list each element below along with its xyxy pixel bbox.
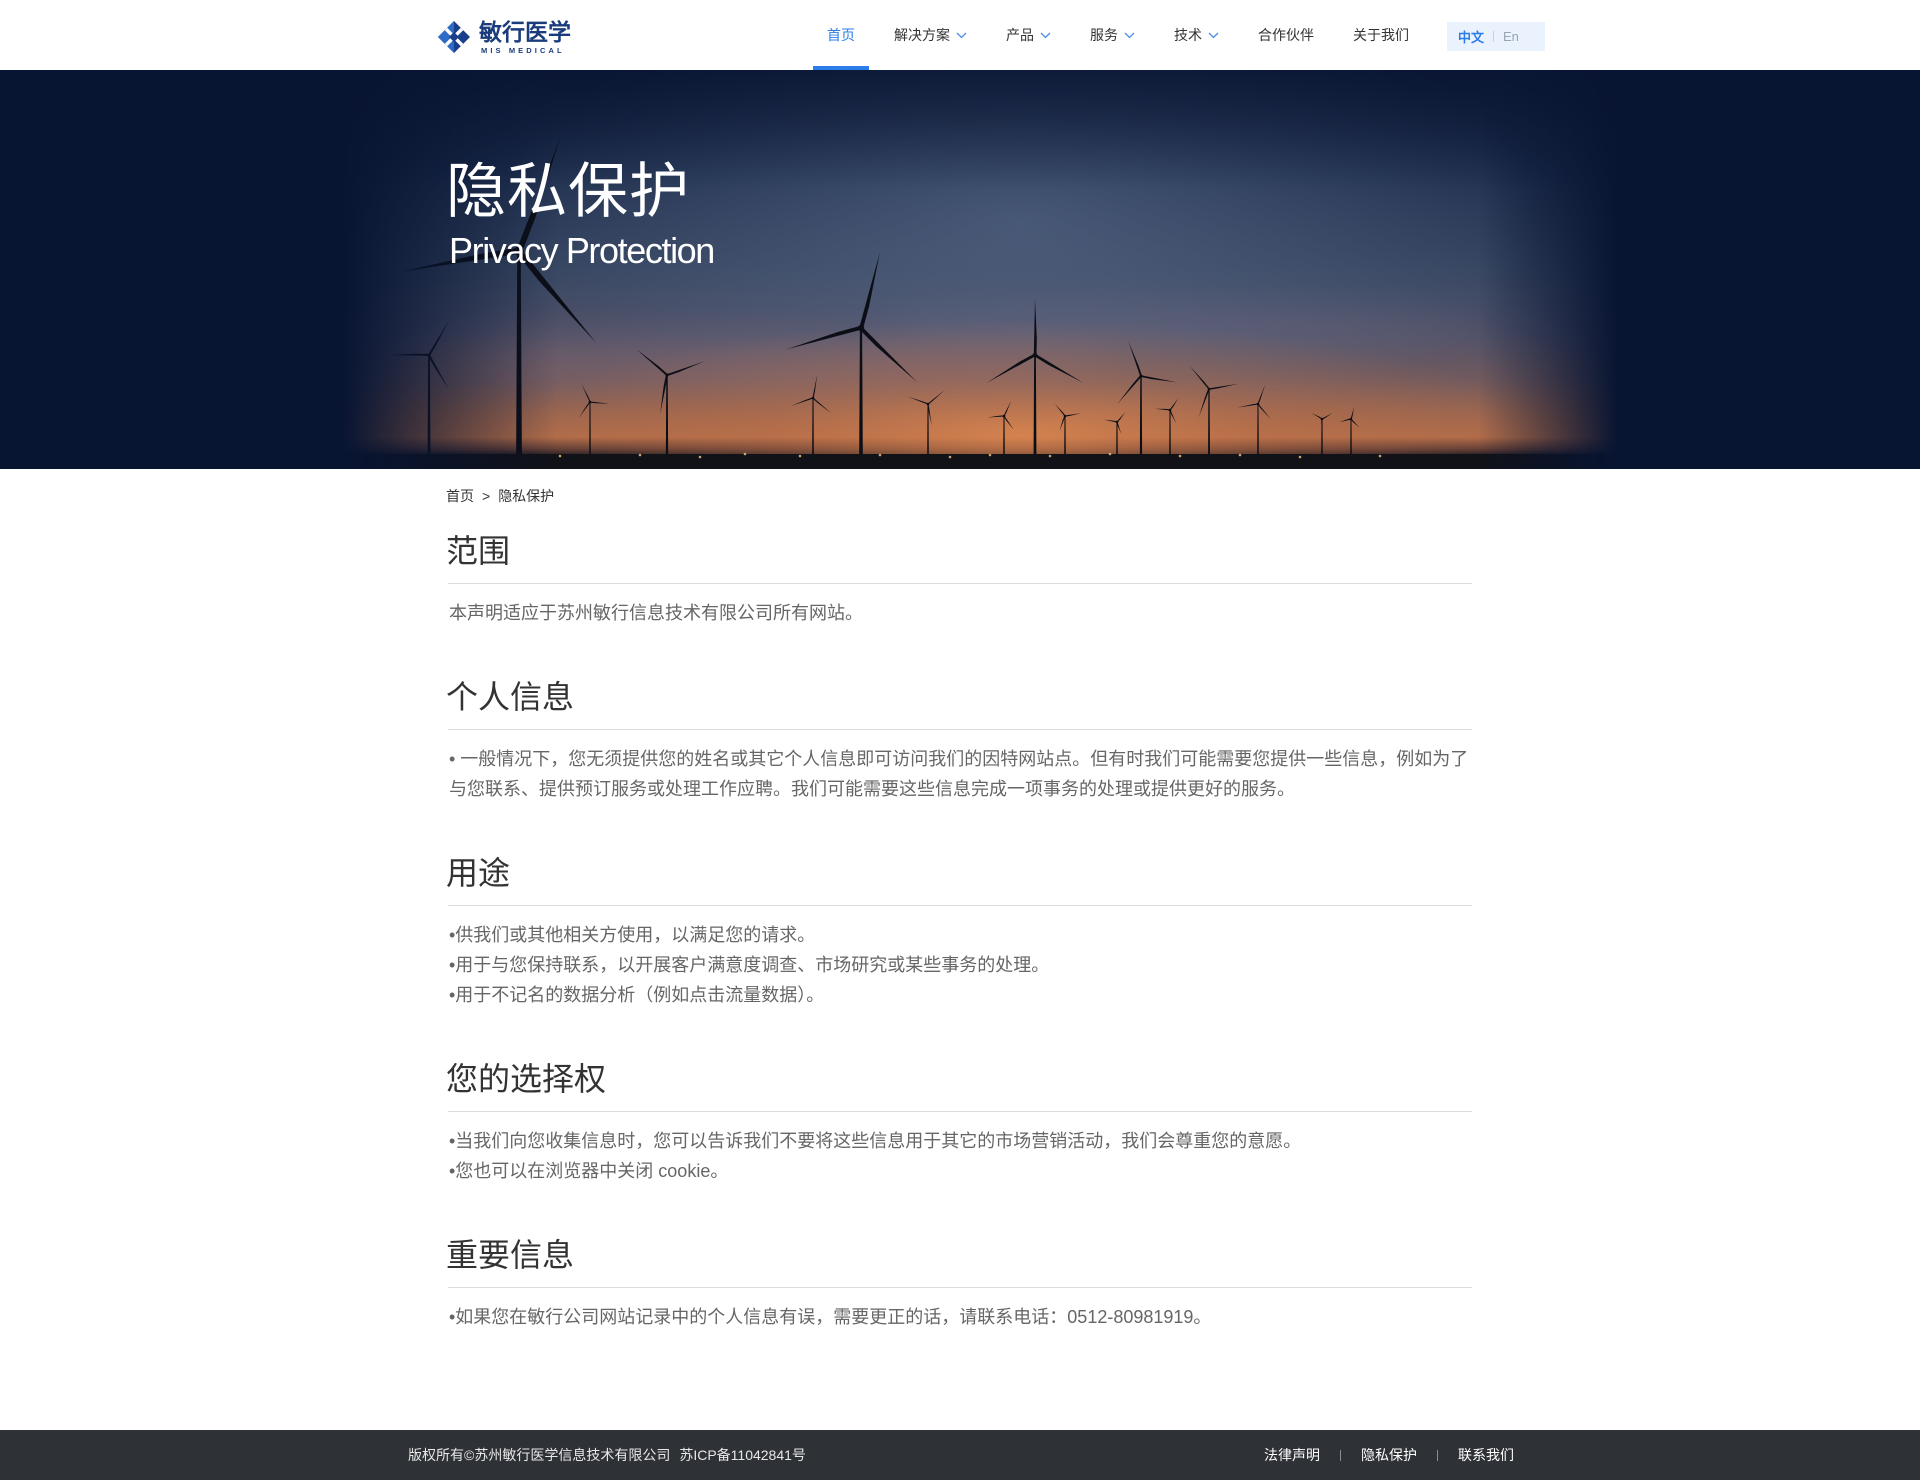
section-heading: 用途 xyxy=(446,855,511,891)
section-divider xyxy=(448,583,1472,584)
section-divider xyxy=(448,1287,1472,1288)
footer-copyright: 版权所有©苏州敏行医学信息技术有限公司 xyxy=(408,1447,671,1463)
nav-item-home[interactable]: 首页 xyxy=(813,0,869,70)
nav-item-label: 首页 xyxy=(827,27,855,43)
footer-link-legal[interactable]: 法律声明 xyxy=(1264,1445,1320,1465)
logo-name-cn: 敏行医学 xyxy=(479,19,571,45)
chevron-down-icon xyxy=(1208,32,1219,38)
section-divider xyxy=(448,729,1472,730)
section-important-info: 重要信息 •如果您在敏行公司网站记录中的个人信息有误，需要更正的话，请联系电话：… xyxy=(446,1235,1472,1332)
nav-item-services[interactable]: 服务 xyxy=(1076,0,1149,70)
breadcrumb-separator: > xyxy=(482,488,491,504)
list-item: •您也可以在浏览器中关闭 cookie。 xyxy=(449,1161,729,1181)
footer-divider xyxy=(1340,1449,1341,1461)
footer-icp-number[interactable]: 苏ICP备11042841号 xyxy=(679,1447,806,1463)
nav-item-label: 服务 xyxy=(1090,27,1118,43)
nav-item-technology[interactable]: 技术 xyxy=(1160,0,1233,70)
chevron-down-icon xyxy=(1124,32,1135,38)
logo-name-en: MIS MEDICAL xyxy=(481,46,565,55)
hero-subtitle: Privacy Protection xyxy=(449,230,715,271)
nav-item-about[interactable]: 关于我们 xyxy=(1339,0,1423,70)
list-item: •当我们向您收集信息时，您可以告诉我们不要将这些信息用于其它的市场营销活动，我们… xyxy=(449,1131,1302,1151)
site-header: 敏行医学 MIS MEDICAL 首页 解决方案 产品 服务 技术 合作伙伴 关… xyxy=(0,0,1920,70)
nav-item-label: 合作伙伴 xyxy=(1258,27,1314,43)
section-body: • 一般情况下，您无须提供您的姓名或其它个人信息即可访问我们的因特网站点。但有时… xyxy=(446,744,1472,804)
hero-banner: 隐私保护 Privacy Protection xyxy=(0,70,1920,469)
section-divider xyxy=(448,905,1472,906)
nav-item-solutions[interactable]: 解决方案 xyxy=(880,0,981,70)
site-logo[interactable]: 敏行医学 MIS MEDICAL xyxy=(438,19,578,55)
footer-divider xyxy=(1437,1449,1438,1461)
mis-medical-logo-icon xyxy=(438,21,470,53)
section-heading: 个人信息 xyxy=(446,679,575,715)
section-body: 本声明适应于苏州敏行信息技术有限公司所有网站。 xyxy=(446,598,1472,628)
hero-title: 隐私保护 xyxy=(446,158,690,225)
list-item: •供我们或其他相关方使用，以满足您的请求。 xyxy=(449,925,816,945)
lang-option-en[interactable]: En xyxy=(1503,29,1519,44)
footer-links: 法律声明 隐私保护 联系我们 xyxy=(1264,1430,1514,1480)
footer-link-contact[interactable]: 联系我们 xyxy=(1458,1445,1514,1465)
nav-item-partners[interactable]: 合作伙伴 xyxy=(1244,0,1328,70)
nav-item-label: 解决方案 xyxy=(894,27,950,43)
breadcrumb-current: 隐私保护 xyxy=(498,488,555,504)
chevron-down-icon xyxy=(1040,32,1051,38)
section-heading: 您的选择权 xyxy=(446,1061,607,1097)
hero-background xyxy=(0,70,1920,469)
section-text: 本声明适应于苏州敏行信息技术有限公司所有网站。 xyxy=(449,603,863,623)
nav-item-products[interactable]: 产品 xyxy=(992,0,1065,70)
section-body: •当我们向您收集信息时，您可以告诉我们不要将这些信息用于其它的市场营销活动，我们… xyxy=(446,1126,1472,1186)
section-divider xyxy=(448,1111,1472,1112)
top-fade xyxy=(0,70,1920,469)
site-footer: 版权所有©苏州敏行医学信息技术有限公司 苏ICP备11042841号 法律声明 隐… xyxy=(0,1430,1920,1480)
list-item: •如果您在敏行公司网站记录中的个人信息有误，需要更正的话，请联系电话：0512-… xyxy=(449,1307,1212,1327)
lang-divider xyxy=(1493,31,1495,42)
breadcrumb: 首页 > 隐私保护 xyxy=(446,486,554,506)
language-switcher: 中文 En xyxy=(1447,22,1545,51)
section-heading: 重要信息 xyxy=(446,1237,575,1273)
list-item: •用于不记名的数据分析（例如点击流量数据）。 xyxy=(449,985,825,1005)
section-body: •供我们或其他相关方使用，以满足您的请求。 •用于与您保持联系，以开展客户满意度… xyxy=(446,920,1472,1010)
nav-item-label: 产品 xyxy=(1006,27,1034,43)
breadcrumb-home-link[interactable]: 首页 xyxy=(446,486,474,506)
section-heading: 范围 xyxy=(446,533,511,569)
section-body: •如果您在敏行公司网站记录中的个人信息有误，需要更正的话，请联系电话：0512-… xyxy=(446,1302,1472,1332)
lang-option-zh[interactable]: 中文 xyxy=(1458,27,1484,46)
list-item: •用于与您保持联系，以开展客户满意度调查、市场研究或某些事务的处理。 xyxy=(449,955,1050,975)
privacy-content: 范围 本声明适应于苏州敏行信息技术有限公司所有网站。 个人信息 • 一般情况下，… xyxy=(446,531,1472,1381)
footer-link-privacy[interactable]: 隐私保护 xyxy=(1361,1445,1417,1465)
main-nav: 首页 解决方案 产品 服务 技术 合作伙伴 关于我们 xyxy=(813,0,1423,70)
section-usage: 用途 •供我们或其他相关方使用，以满足您的请求。 •用于与您保持联系，以开展客户… xyxy=(446,853,1472,1010)
footer-copyright-block: 版权所有©苏州敏行医学信息技术有限公司 苏ICP备11042841号 xyxy=(408,1430,806,1480)
section-scope: 范围 本声明适应于苏州敏行信息技术有限公司所有网站。 xyxy=(446,531,1472,628)
section-personal-info: 个人信息 • 一般情况下，您无须提供您的姓名或其它个人信息即可访问我们的因特网站… xyxy=(446,677,1472,804)
section-your-choices: 您的选择权 •当我们向您收集信息时，您可以告诉我们不要将这些信息用于其它的市场营… xyxy=(446,1059,1472,1186)
chevron-down-icon xyxy=(956,32,967,38)
nav-item-label: 关于我们 xyxy=(1353,27,1409,43)
nav-item-label: 技术 xyxy=(1174,27,1202,43)
section-text: • 一般情况下，您无须提供您的姓名或其它个人信息即可访问我们的因特网站点。但有时… xyxy=(449,749,1469,799)
